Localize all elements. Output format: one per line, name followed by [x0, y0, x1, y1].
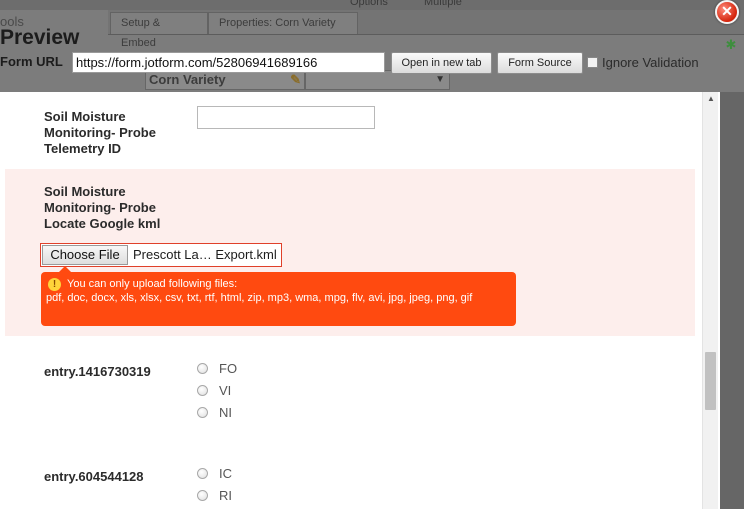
entry1-label: entry.1416730319	[44, 364, 151, 379]
radio-button[interactable]	[197, 384, 208, 396]
form-url-label: Form URL	[0, 54, 63, 69]
multiple-menu: Multiple	[424, 0, 462, 8]
editor-background: Options Multiple ools Setup & Embed Prop…	[0, 0, 744, 92]
open-new-tab-button[interactable]: Open in new tab	[391, 52, 492, 74]
error-caret	[59, 266, 71, 272]
form-scrollbar[interactable]: ▲	[702, 92, 718, 509]
file-upload-field[interactable]: Choose File Prescott La… Export.kml	[40, 243, 282, 267]
upload-error-message: ! You can only upload following files: p…	[41, 266, 516, 326]
error-title: You can only upload following files:	[67, 278, 238, 290]
scroll-thumb[interactable]	[705, 352, 716, 410]
radio-label: FO	[219, 360, 238, 376]
warning-icon: !	[48, 278, 61, 291]
ignore-validation-checkbox[interactable]	[587, 56, 598, 68]
radio-label: IC	[219, 465, 232, 481]
choose-file-button[interactable]: Choose File	[42, 245, 128, 265]
ignore-validation-label: Ignore Validation	[602, 54, 699, 70]
preview-title: Preview	[0, 26, 80, 49]
scroll-up-icon[interactable]: ▲	[703, 92, 719, 106]
radio-label: NI	[219, 404, 232, 420]
corn-variety-label: Corn Variety	[149, 72, 226, 87]
radio-label: RI	[219, 487, 232, 503]
radio-button[interactable]	[197, 467, 208, 479]
pencil-icon: ✎	[290, 72, 301, 87]
close-icon[interactable]: ✕	[715, 0, 739, 24]
overlay-edge	[720, 92, 744, 509]
editor-tabs: Setup & Embed Properties: Corn Variety	[108, 10, 744, 49]
editor-topbar: Options Multiple	[0, 0, 744, 10]
tab-properties: Properties: Corn Variety	[208, 12, 358, 34]
radio-label: VI	[219, 382, 232, 398]
entry2-option-ri[interactable]: RI	[197, 486, 232, 504]
entry2-label: entry.604544128	[44, 469, 144, 484]
corn-variety-field: Corn Variety ✎	[145, 70, 305, 90]
entry1-option-fo[interactable]: FO	[197, 359, 237, 377]
form-source-button[interactable]: Form Source	[497, 52, 583, 74]
options-menu: Options	[350, 0, 388, 8]
radio-button[interactable]	[197, 489, 208, 501]
ignore-validation-toggle[interactable]: Ignore Validation	[587, 53, 699, 71]
radio-button[interactable]	[197, 406, 208, 418]
entry1-option-vi[interactable]: VI	[197, 381, 231, 399]
puzzle-icon: ✱	[725, 37, 737, 52]
error-allowed-types: pdf, doc, docx, xls, xlsx, csv, txt, rtf…	[46, 292, 473, 304]
radio-button[interactable]	[197, 362, 208, 374]
q1-label: Soil Moisture Monitoring- Probe Telemetr…	[44, 109, 156, 156]
entry1-option-ni[interactable]: NI	[197, 403, 232, 421]
entry2-option-ic[interactable]: IC	[197, 464, 232, 482]
tab-setup-embed: Setup & Embed	[110, 12, 208, 49]
telemetry-id-input[interactable]	[197, 106, 375, 129]
selected-file-name: Prescott La… Export.kml	[133, 247, 277, 262]
form-url-input[interactable]	[72, 52, 385, 73]
q2-label: Soil Moisture Monitoring- Probe Locate G…	[44, 184, 161, 231]
